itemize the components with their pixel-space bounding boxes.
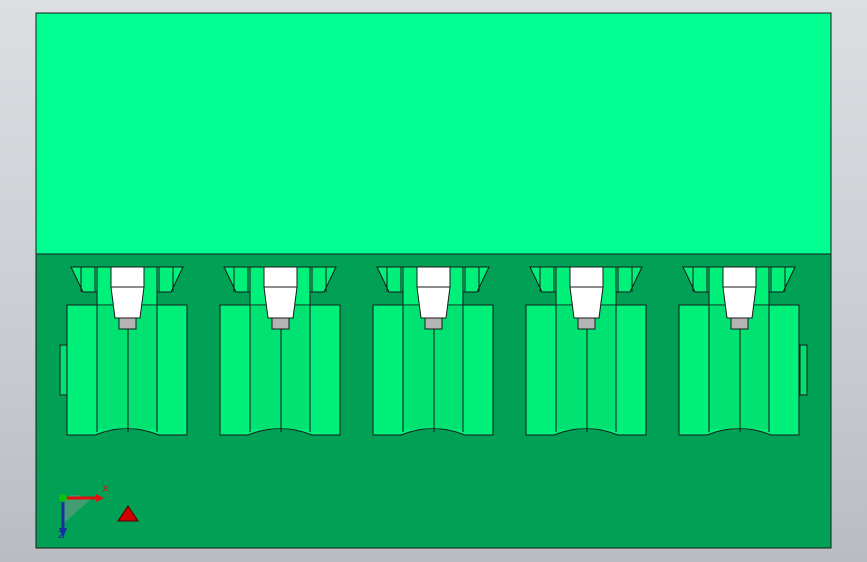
connector-5 xyxy=(678,266,800,436)
x-axis-label: X xyxy=(102,484,109,495)
connector-pin-tip xyxy=(118,317,137,330)
connector-pin-hole xyxy=(722,266,757,319)
connector-2 xyxy=(219,266,341,436)
connector-pin-hole xyxy=(416,266,451,319)
connector-pin-hole xyxy=(569,266,604,319)
connector-pin-tip xyxy=(271,317,290,330)
connector-pin-tip xyxy=(730,317,749,330)
upper-block xyxy=(35,12,832,255)
connector-pin-hole xyxy=(263,266,298,319)
coordinate-triad: X Z xyxy=(50,484,110,544)
red-triangle-icon xyxy=(117,505,139,522)
y-axis-dot xyxy=(59,494,67,502)
model-view[interactable] xyxy=(0,0,867,562)
z-axis-label: Z xyxy=(58,530,65,541)
connector-pin-tip xyxy=(424,317,443,330)
connector-pin-tip xyxy=(577,317,596,330)
left-side-tab xyxy=(59,344,68,396)
right-side-tab xyxy=(799,344,808,396)
connector-4 xyxy=(525,266,647,436)
connector-pin-hole xyxy=(110,266,145,319)
graphics-viewport[interactable]: X Z xyxy=(0,0,867,562)
connector-1 xyxy=(66,266,188,436)
connector-3 xyxy=(372,266,494,436)
